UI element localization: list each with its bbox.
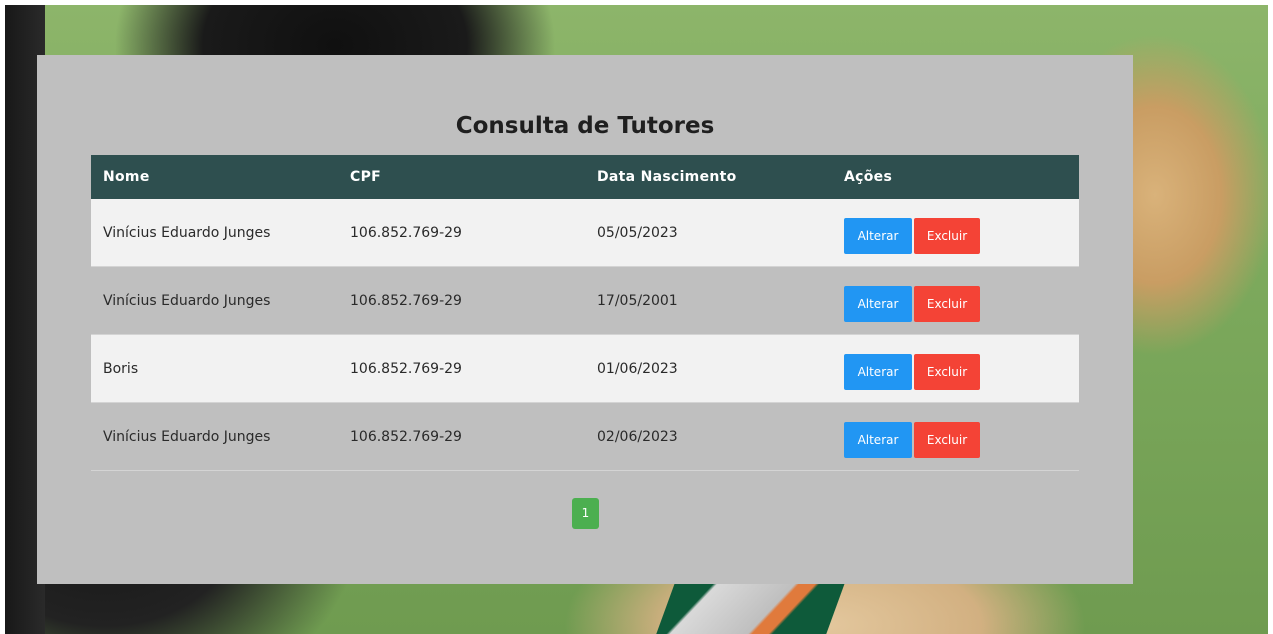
column-header-data-nascimento: Data Nascimento [597, 169, 737, 185]
alterar-button[interactable]: Alterar [844, 421, 912, 458]
table-row: Vinícius Eduardo Junges 106.852.769-29 0… [91, 199, 1079, 267]
cell-nome: Vinícius Eduardo Junges [91, 402, 338, 471]
background-dog-vest [654, 580, 846, 634]
cell-cpf: 106.852.769-29 [338, 334, 585, 403]
cell-nome: Boris [91, 334, 338, 403]
alterar-button[interactable]: Alterar [844, 353, 912, 390]
cell-nome: Vinícius Eduardo Junges [91, 266, 338, 335]
alterar-button[interactable]: Alterar [844, 217, 912, 254]
tutores-table: Nome CPF Data Nascimento Ações Vinícius … [91, 155, 1079, 471]
alterar-button[interactable]: Alterar [844, 285, 912, 322]
table-row: Boris 106.852.769-29 01/06/2023 Alterar E… [91, 334, 1079, 403]
column-header-cpf: CPF [350, 169, 381, 185]
cell-cpf: 106.852.769-29 [338, 266, 585, 335]
excluir-button[interactable]: Excluir [914, 421, 980, 458]
cell-data-nascimento: 17/05/2001 [585, 266, 832, 335]
excluir-button[interactable]: Excluir [914, 353, 980, 390]
table-row: Vinícius Eduardo Junges 106.852.769-29 0… [91, 402, 1079, 471]
excluir-button[interactable]: Excluir [914, 217, 980, 254]
cell-acoes: Alterar Excluir [832, 402, 1079, 471]
pagination-page-button[interactable]: 1 [572, 498, 599, 529]
cell-nome: Vinícius Eduardo Junges [91, 199, 338, 267]
cell-cpf: 106.852.769-29 [338, 199, 585, 267]
cell-data-nascimento: 05/05/2023 [585, 199, 832, 267]
table-row: Vinícius Eduardo Junges 106.852.769-29 1… [91, 266, 1079, 335]
content-panel: Consulta de Tutores Nome CPF Data Nascim… [37, 55, 1133, 584]
column-header-nome: Nome [103, 169, 150, 185]
excluir-button[interactable]: Excluir [914, 285, 980, 322]
page-title: Consulta de Tutores [455, 113, 715, 139]
cell-acoes: Alterar Excluir [832, 334, 1079, 403]
cell-data-nascimento: 02/06/2023 [585, 402, 832, 471]
cell-data-nascimento: 01/06/2023 [585, 334, 832, 403]
cell-acoes: Alterar Excluir [832, 266, 1079, 335]
column-header-acoes: Ações [844, 169, 893, 185]
cell-cpf: 106.852.769-29 [338, 402, 585, 471]
cell-acoes: Alterar Excluir [832, 199, 1079, 267]
table-header-row: Nome CPF Data Nascimento Ações [91, 155, 1079, 199]
